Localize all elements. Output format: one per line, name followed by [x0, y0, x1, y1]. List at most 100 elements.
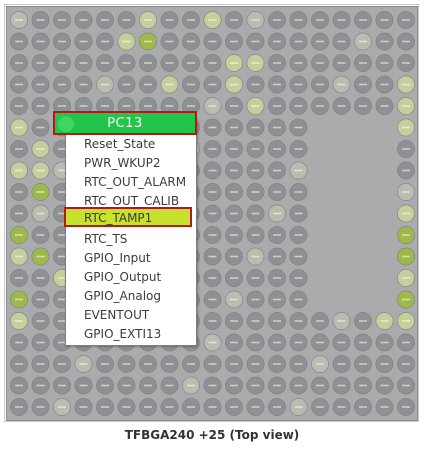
bga-ball-label-mark	[101, 83, 109, 86]
bga-ball-label-mark	[273, 384, 281, 387]
bga-ball-label-mark	[15, 255, 23, 258]
bga-ball-label-mark	[294, 298, 303, 301]
bga-ball-label-mark	[144, 105, 152, 107]
package-caption: TFBGA240 +25 (Top view)	[124, 428, 300, 442]
menu-item-eventout[interactable]: EVENTOUT	[84, 306, 194, 325]
bga-ball-label-mark	[79, 62, 88, 64]
bga-ball-label-mark	[337, 19, 346, 21]
bga-ball-label-mark	[208, 363, 217, 365]
menu-item-pwr-wkup2[interactable]: PWR_WKUP2	[84, 154, 194, 173]
menu-item-reset-state[interactable]: Reset_State	[84, 135, 194, 154]
bga-ball-label-mark	[359, 19, 367, 21]
bga-ball-label-mark	[273, 40, 281, 43]
bga-ball-label-mark	[230, 320, 238, 322]
bga-ball-label-mark	[316, 83, 324, 86]
bga-ball-label-mark	[294, 40, 303, 43]
bga-ball-label-mark	[58, 40, 66, 43]
bga-ball-label-mark	[36, 19, 45, 21]
bga-ball-label-mark	[273, 341, 281, 344]
bga-ball-label-mark	[273, 363, 281, 365]
menu-item-rtc-ts[interactable]: RTC_TS	[84, 230, 194, 249]
bga-ball-label-mark	[251, 126, 260, 129]
bga-ball-label-mark	[15, 62, 23, 64]
bga-ball-label-mark	[251, 277, 260, 279]
bga-ball-label-mark	[15, 169, 23, 172]
bga-ball-label-mark	[294, 406, 303, 408]
bga-ball-label-mark	[15, 191, 23, 193]
bga-ball-label-mark	[251, 169, 260, 172]
bga-ball-label-mark	[380, 341, 389, 344]
menu-item-rtc-tamp1[interactable]: RTC_TAMP1	[84, 209, 194, 228]
bga-ball-label-mark	[294, 126, 303, 129]
bga-ball-label-mark	[230, 363, 238, 365]
bga-ball-label-mark	[402, 169, 410, 172]
bga-ball-label-mark	[337, 363, 346, 365]
bga-ball-label-mark	[380, 363, 389, 365]
bga-ball-label-mark	[337, 341, 346, 344]
bga-ball-label-mark	[79, 19, 88, 21]
bga-ball-label-mark	[36, 298, 45, 301]
bga-ball-label-mark	[165, 19, 174, 21]
bga-ball-label-mark	[294, 277, 303, 279]
bga-ball-label-mark	[294, 83, 303, 86]
bga-ball-label-mark	[122, 83, 131, 86]
bga-ball-label-mark	[36, 384, 45, 387]
bga-ball-label-mark	[36, 320, 45, 322]
bga-ball-label-mark	[294, 363, 303, 365]
bga-ball-label-mark	[251, 148, 260, 150]
bga-ball-label-mark	[230, 83, 238, 86]
bga-ball-label-mark	[79, 406, 88, 408]
menu-item-rtc-out-alarm[interactable]: RTC_OUT_ALARM	[84, 173, 194, 192]
menu-item-gpio-analog[interactable]: GPIO_Analog	[84, 287, 194, 306]
bga-ball-label-mark	[380, 62, 389, 64]
bga-ball-label-mark	[208, 126, 217, 129]
bga-ball-label-mark	[144, 83, 152, 86]
bga-ball-label-mark	[230, 191, 238, 193]
bga-ball-label-mark	[58, 363, 66, 365]
selected-pin-label: PC13	[107, 115, 143, 131]
bga-ball-label-mark	[359, 384, 367, 387]
bga-ball-label-mark	[208, 277, 217, 279]
bga-ball-label-mark	[15, 384, 23, 387]
bga-ball-label-mark	[208, 212, 217, 215]
bga-ball-label-mark	[402, 191, 410, 193]
bga-ball-label-mark	[15, 277, 23, 279]
bga-ball-label-mark	[402, 298, 410, 301]
bga-ball-label-mark	[380, 105, 389, 107]
bga-ball-label-mark	[251, 212, 260, 215]
bga-ball-label-mark	[122, 406, 131, 408]
selected-pin-header[interactable]: PC13	[53, 111, 197, 135]
bga-ball-label-mark	[380, 40, 389, 43]
bga-ball-label-mark	[36, 62, 45, 64]
menu-item-gpio-input[interactable]: GPIO_Input	[84, 249, 194, 268]
bga-ball-label-mark	[359, 83, 367, 86]
bga-ball-label-mark	[251, 320, 260, 322]
bga-ball-label-mark	[251, 255, 260, 258]
bga-ball-label-mark	[208, 384, 217, 387]
bga-ball-label-mark	[165, 83, 174, 86]
bga-ball-label-mark	[165, 105, 174, 107]
menu-item-gpio-output[interactable]: GPIO_Output	[84, 268, 194, 287]
bga-ball-label-mark	[144, 19, 152, 21]
bga-ball-label-mark	[187, 105, 195, 107]
bga-ball-label-mark	[208, 234, 217, 236]
bga-ball-label-mark	[15, 19, 23, 21]
bga-ball-label-mark	[101, 40, 109, 43]
bga-ball-label-mark	[402, 126, 410, 129]
bga-ball-label-mark	[380, 83, 389, 86]
bga-ball-label-mark	[273, 255, 281, 258]
bga-ball-label-mark	[316, 341, 324, 344]
bga-ball-label-mark	[208, 148, 217, 150]
bga-ball-label-mark	[122, 62, 131, 64]
bga-ball-label-mark	[230, 384, 238, 387]
bga-ball-label-mark	[187, 83, 195, 86]
bga-ball-label-mark	[15, 105, 23, 107]
bga-ball-label-mark	[316, 40, 324, 43]
menu-item-gpio-exti13[interactable]: GPIO_EXTI13	[84, 325, 194, 344]
bga-ball-label-mark	[359, 105, 367, 107]
bga-ball-label-mark	[101, 406, 109, 408]
bga-ball-label-mark	[208, 40, 217, 43]
bga-ball-label-mark	[316, 384, 324, 387]
bga-ball-label-mark	[294, 234, 303, 236]
bga-ball-label-mark	[251, 62, 260, 64]
